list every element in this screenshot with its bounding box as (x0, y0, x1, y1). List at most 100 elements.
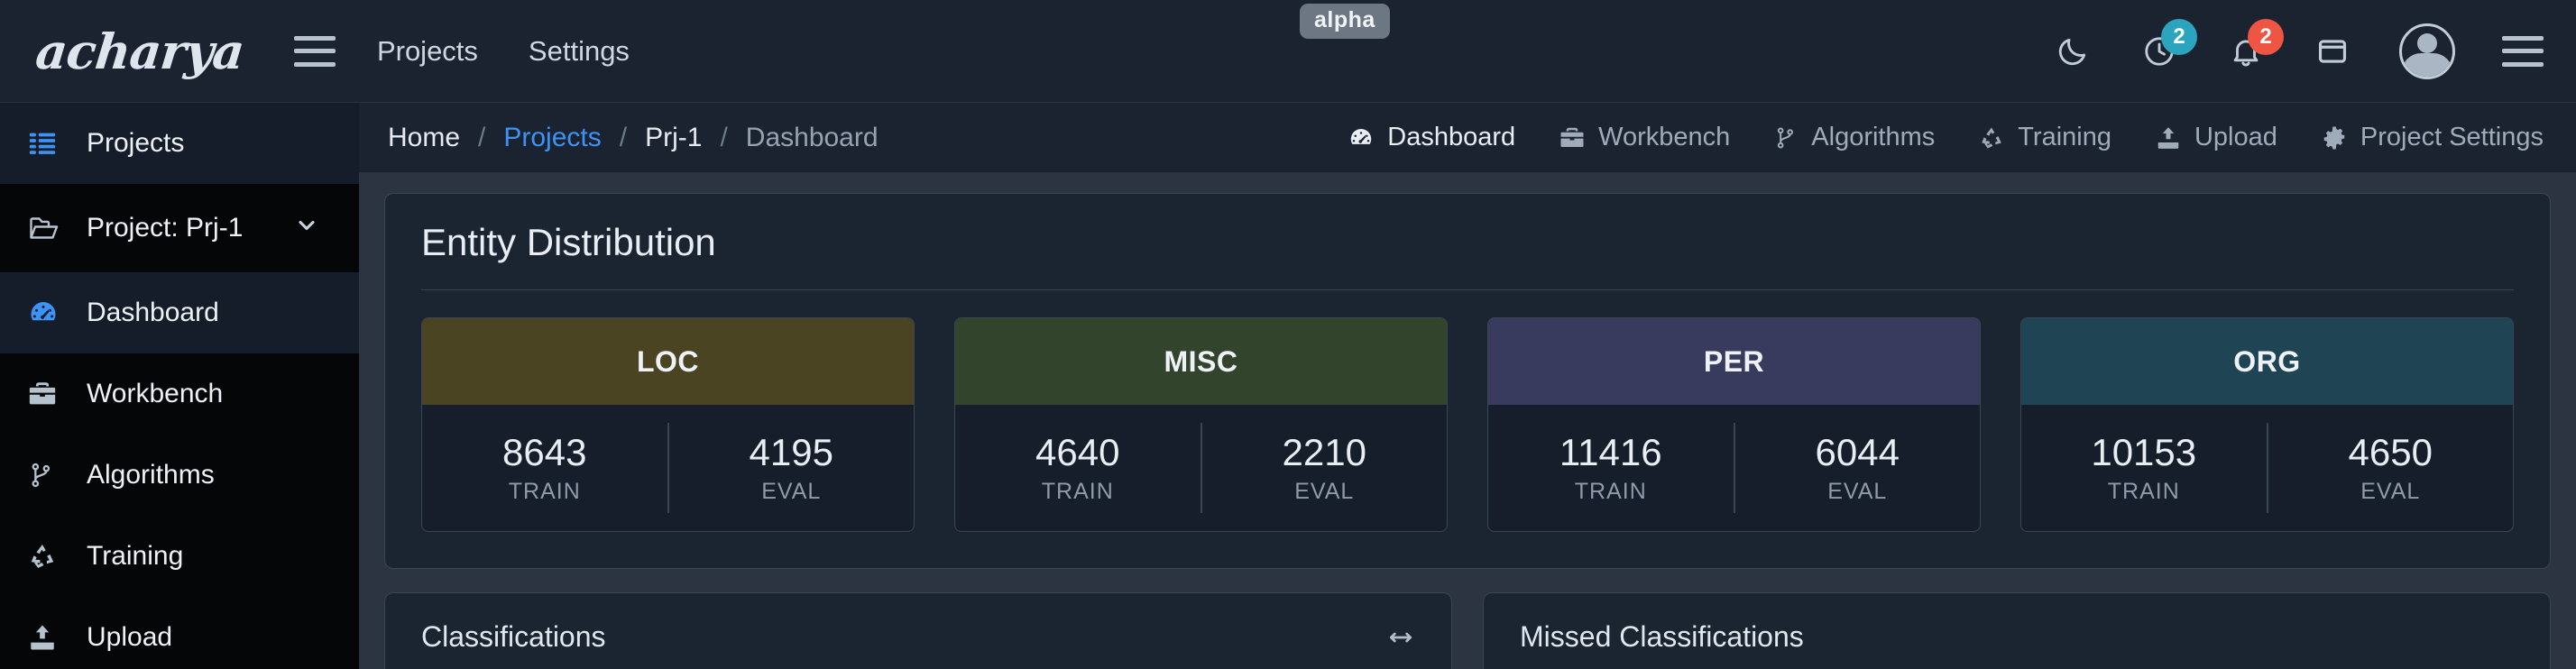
entity-eval-value: 4195 (669, 431, 915, 474)
entity-eval-value: 4650 (2268, 431, 2514, 474)
entity-distribution-card: Entity Distribution LOC 8643 TRAIN (384, 193, 2551, 569)
moon-icon[interactable] (2053, 32, 2093, 71)
list-icon (27, 128, 74, 159)
gear-icon (2321, 124, 2348, 151)
recycle-icon (27, 541, 74, 572)
briefcase-icon (1559, 124, 1586, 151)
sidebar-item-algorithms[interactable]: Algorithms (0, 435, 359, 516)
entity-eval-stat: 4195 EVAL (669, 431, 915, 504)
clock-history-icon[interactable]: 2 (2139, 32, 2179, 71)
hamburger-icon[interactable] (2502, 36, 2544, 67)
avatar[interactable] (2399, 23, 2455, 79)
tab-project-settings[interactable]: Project Settings (2321, 123, 2544, 152)
breadcrumb-separator: / (478, 123, 485, 153)
briefcase-icon (27, 379, 74, 409)
entity-grid: LOC 8643 TRAIN 4195 EVAL (421, 317, 2514, 532)
sidebar-item-label: Dashboard (87, 298, 219, 328)
page-title: Entity Distribution (421, 221, 2514, 264)
entity-train-stat: 4640 TRAIN (955, 431, 1201, 504)
entity-card-org[interactable]: ORG 10153 TRAIN 4650 EVAL (2020, 317, 2514, 532)
sidebar-item-projects[interactable]: Projects (0, 103, 359, 184)
upload-icon (2155, 124, 2182, 151)
divider (421, 289, 2514, 290)
entity-card-loc[interactable]: LOC 8643 TRAIN 4195 EVAL (421, 317, 915, 532)
sidebar: Projects Project: Prj-1 (0, 103, 359, 669)
nav-item-projects[interactable]: Projects (377, 35, 478, 68)
sidebar-item-dashboard[interactable]: Dashboard (0, 272, 359, 353)
entity-card-body: 4640 TRAIN 2210 EVAL (955, 405, 1447, 531)
entity-card-header: ORG (2021, 318, 2513, 405)
breadcrumb-separator: / (720, 123, 727, 153)
app-root: acharya Projects Settings alpha 2 (0, 0, 2576, 669)
missed-classifications-panel: Missed Classifications (1483, 592, 2551, 669)
breadcrumb-home[interactable]: Home (388, 123, 460, 153)
sidebar-item-label: Projects (87, 128, 184, 159)
tab-label: Algorithms (1811, 123, 1935, 152)
sidebar-item-workbench[interactable]: Workbench (0, 353, 359, 435)
sidebar-item-label: Upload (87, 622, 172, 653)
entity-eval-label: EVAL (2268, 479, 2514, 505)
hamburger-icon[interactable] (294, 36, 336, 67)
tab-dashboard[interactable]: Dashboard (1348, 123, 1515, 152)
entity-train-value: 11416 (1488, 431, 1734, 474)
entity-train-value: 4640 (955, 431, 1201, 474)
classifications-panel: Classifications (384, 592, 1452, 669)
entity-card-per[interactable]: PER 11416 TRAIN 6044 EVAL (1487, 317, 1981, 532)
sidebar-item-upload[interactable]: Upload (0, 597, 359, 669)
tab-label: Workbench (1598, 123, 1730, 152)
breadcrumb: Home / Projects / Prj-1 / Dashboard (388, 123, 879, 153)
git-branch-icon (1773, 125, 1799, 151)
git-branch-icon (27, 461, 74, 490)
recycle-icon (1978, 124, 2005, 151)
entity-eval-value: 2210 (1202, 431, 1448, 474)
entity-eval-stat: 6044 EVAL (1735, 431, 1981, 504)
main-content: Home / Projects / Prj-1 / Dashboard (359, 103, 2576, 669)
avatar-icon[interactable] (2399, 23, 2455, 79)
bell-icon[interactable]: 2 (2226, 32, 2266, 71)
entity-train-label: TRAIN (2021, 479, 2267, 505)
entity-card-misc[interactable]: MISC 4640 TRAIN 2210 EVAL (954, 317, 1448, 532)
project-nav: Dashboard Workbench (1348, 123, 2544, 152)
folder-open-icon (27, 212, 74, 244)
body-region: Projects Project: Prj-1 (0, 103, 2576, 669)
sidebar-item-training[interactable]: Training (0, 516, 359, 597)
tab-training[interactable]: Training (1978, 123, 2111, 152)
entity-train-stat: 10153 TRAIN (2021, 431, 2267, 504)
entity-card-header: PER (1488, 318, 1980, 405)
entity-card-header: MISC (955, 318, 1447, 405)
sidebar-item-project-selector[interactable]: Project: Prj-1 (0, 184, 359, 272)
notification-count-badge: 2 (2248, 19, 2284, 55)
entity-card-body: 11416 TRAIN 6044 EVAL (1488, 405, 1980, 531)
arrows-horizontal-icon[interactable] (1386, 623, 1415, 652)
panel-title: Missed Classifications (1520, 620, 1804, 654)
entity-card-header: LOC (422, 318, 914, 405)
entity-train-stat: 8643 TRAIN (422, 431, 667, 504)
entity-card-body: 10153 TRAIN 4650 EVAL (2021, 405, 2513, 531)
entity-train-value: 8643 (422, 431, 667, 474)
entity-train-stat: 11416 TRAIN (1488, 431, 1734, 504)
sidebar-item-label: Workbench (87, 379, 223, 409)
tab-workbench[interactable]: Workbench (1559, 123, 1730, 152)
nav-item-settings[interactable]: Settings (529, 35, 630, 68)
breadcrumb-projects[interactable]: Projects (503, 123, 601, 153)
speedometer-icon (27, 297, 74, 329)
tab-upload[interactable]: Upload (2155, 123, 2277, 152)
tab-label: Upload (2194, 123, 2277, 152)
alpha-badge: alpha (1300, 4, 1390, 39)
breadcrumb-project[interactable]: Prj-1 (645, 123, 702, 153)
window-panel-icon[interactable] (2313, 32, 2352, 71)
sidebar-item-label: Training (87, 541, 183, 572)
entity-train-value: 10153 (2021, 431, 2267, 474)
speedometer-icon (1348, 124, 1375, 151)
tab-label: Training (2018, 123, 2111, 152)
dashboard-content: Entity Distribution LOC 8643 TRAIN (359, 173, 2576, 669)
chevron-down-icon[interactable] (294, 213, 319, 244)
global-nav: Projects Settings (377, 35, 630, 68)
tab-label: Dashboard (1387, 123, 1515, 152)
app-logo[interactable]: acharya (33, 23, 247, 80)
tab-algorithms[interactable]: Algorithms (1773, 123, 1935, 152)
top-header: acharya Projects Settings alpha 2 (0, 0, 2576, 103)
history-count-badge: 2 (2161, 19, 2197, 55)
entity-train-label: TRAIN (1488, 479, 1734, 505)
entity-card-body: 8643 TRAIN 4195 EVAL (422, 405, 914, 531)
